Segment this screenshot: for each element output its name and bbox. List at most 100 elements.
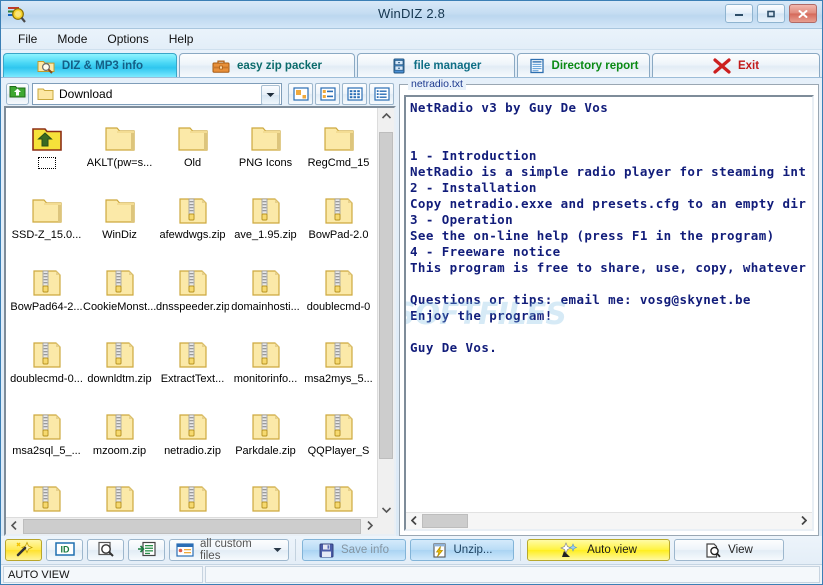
file-item[interactable]: CookieMonst...	[83, 256, 156, 328]
file-cabinet-icon	[391, 58, 407, 74]
tab-directory-report[interactable]: Directory report	[517, 53, 650, 77]
file-item[interactable]: monitorinfo...	[229, 328, 302, 400]
viewer-text-line: Enjoy the program!	[410, 308, 553, 323]
magic-wand-icon	[14, 540, 34, 560]
file-item[interactable]: BowPad64-2...	[10, 256, 83, 328]
close-button[interactable]	[789, 4, 817, 23]
view-list[interactable]	[342, 82, 367, 105]
file-item[interactable]: ave_1.95.zip	[229, 184, 302, 256]
file-item-label: downldtm.zip	[87, 373, 152, 385]
file-item-label: ExtractText...	[160, 373, 225, 385]
document-arrow-icon	[137, 541, 157, 560]
file-item[interactable]: mzoom.zip	[83, 400, 156, 472]
menu-help[interactable]: Help	[160, 30, 203, 48]
tab-diz-mp3-info[interactable]: DIZ & MP3 info	[3, 53, 177, 77]
scrollbar-thumb[interactable]	[379, 132, 393, 459]
file-item[interactable]: ExtractText...	[156, 328, 229, 400]
zip-archive-icon	[322, 258, 356, 298]
file-list[interactable]: AKLT(pw=s... Old PNG Icons RegCmd_15 SSD-Z_1…	[4, 106, 396, 536]
file-item[interactable]: msa2sql_5_...	[10, 400, 83, 472]
viewer-horizontal-scrollbar[interactable]	[406, 512, 812, 529]
file-item[interactable]	[302, 472, 375, 518]
file-item[interactable]: downldtm.zip	[83, 328, 156, 400]
file-item[interactable]: doublecmd-0...	[10, 328, 83, 400]
tab-easy-zip-packer[interactable]: easy zip packer	[179, 53, 355, 77]
file-item[interactable]: WinDiz	[83, 184, 156, 256]
viewer-file-title: netradio.txt	[408, 78, 466, 90]
file-item[interactable]	[229, 472, 302, 518]
minimize-button[interactable]	[725, 4, 753, 23]
maximize-button[interactable]	[757, 4, 785, 23]
file-item[interactable]: BowPad-2.0	[302, 184, 375, 256]
window-title: WinDIZ 2.8	[377, 6, 445, 21]
file-item[interactable]	[10, 112, 83, 184]
file-item[interactable]: dnsspeeder.zip	[156, 256, 229, 328]
main-tab-strip: DIZ & MP3 info easy zip packer file mana…	[1, 50, 822, 78]
svg-text:ID: ID	[60, 544, 70, 554]
file-item-label: BowPad-2.0	[308, 229, 369, 241]
file-item[interactable]	[156, 472, 229, 518]
chevron-right-icon[interactable]	[796, 515, 812, 527]
file-filter-dropdown[interactable]: all custom files	[169, 538, 289, 562]
file-item[interactable]: RegCmd_15	[302, 112, 375, 184]
menu-mode[interactable]: Mode	[48, 30, 96, 48]
view-button[interactable]: View	[674, 539, 784, 561]
chevron-left-icon[interactable]	[406, 515, 422, 527]
chevron-down-icon[interactable]	[273, 547, 282, 553]
file-item[interactable]: QQPlayer_S	[302, 400, 375, 472]
file-item-label: netradio.zip	[164, 445, 221, 457]
menu-options[interactable]: Options	[98, 30, 157, 48]
file-list-horizontal-scrollbar[interactable]	[6, 517, 378, 534]
zip-archive-icon	[249, 474, 283, 514]
folder-path-combobox[interactable]: Download	[32, 82, 282, 105]
magnifier-document-icon	[96, 541, 116, 560]
status-left: AUTO VIEW	[3, 566, 203, 583]
chevron-down-icon[interactable]	[261, 84, 280, 105]
windiz-main-window: WinDIZ 2.8 File Mode Options Help DIZ & …	[0, 0, 823, 585]
save-info-button[interactable]: Save info	[302, 539, 406, 561]
file-item[interactable]: AKLT(pw=s...	[83, 112, 156, 184]
inspect-button[interactable]	[87, 539, 124, 561]
unzip-button[interactable]: Unzip...	[410, 539, 514, 561]
id-tag-icon: ID	[54, 541, 76, 560]
file-list-vertical-scrollbar[interactable]	[377, 108, 394, 518]
viewer-text-line: 4 - Freeware notice	[410, 244, 561, 259]
tab-file-manager[interactable]: file manager	[357, 53, 515, 77]
tab-exit[interactable]: Exit	[652, 53, 820, 77]
view-large-icons[interactable]	[288, 82, 313, 105]
file-item[interactable]: netradio.zip	[156, 400, 229, 472]
zip-archive-icon	[249, 330, 283, 370]
zip-archive-icon	[322, 330, 356, 370]
chevron-left-icon[interactable]	[6, 520, 22, 532]
auto-view-button[interactable]: Auto view	[527, 539, 670, 561]
auto-wand-button[interactable]	[5, 539, 42, 561]
toolbar-separator	[520, 539, 521, 561]
menu-file[interactable]: File	[9, 30, 46, 48]
description-button[interactable]	[128, 539, 165, 561]
chevron-down-icon[interactable]	[378, 502, 394, 518]
file-item[interactable]	[83, 472, 156, 518]
viewer-text-content: NetRadio v3 by Guy De Vos 1 - Introducti…	[406, 97, 812, 512]
file-item[interactable]: doublecmd-0	[302, 256, 375, 328]
view-small-icons[interactable]	[315, 82, 340, 105]
chevron-up-icon[interactable]	[378, 108, 394, 124]
zip-archive-icon	[103, 474, 137, 514]
file-item[interactable]	[10, 472, 83, 518]
scrollbar-thumb-horizontal[interactable]	[23, 518, 361, 534]
file-item[interactable]: domainhosti...	[229, 256, 302, 328]
view-details[interactable]	[369, 82, 394, 105]
file-item[interactable]: msa2mys_5...	[302, 328, 375, 400]
chevron-right-icon[interactable]	[362, 520, 378, 532]
file-item[interactable]: afewdwgs.zip	[156, 184, 229, 256]
file-item[interactable]: Old	[156, 112, 229, 184]
up-folder-icon	[30, 114, 64, 154]
up-folder-button[interactable]	[6, 82, 29, 105]
file-item[interactable]: Parkdale.zip	[229, 400, 302, 472]
file-item-label	[37, 157, 56, 169]
file-item[interactable]: SSD-Z_15.0...	[10, 184, 83, 256]
file-item[interactable]: PNG Icons	[229, 112, 302, 184]
scrollbar-thumb-horizontal[interactable]	[422, 514, 468, 528]
viewer-textarea[interactable]: NetRadio v3 by Guy De Vos 1 - Introducti…	[404, 95, 814, 531]
id-button[interactable]: ID	[46, 539, 83, 561]
toolbar-separator	[295, 539, 296, 561]
